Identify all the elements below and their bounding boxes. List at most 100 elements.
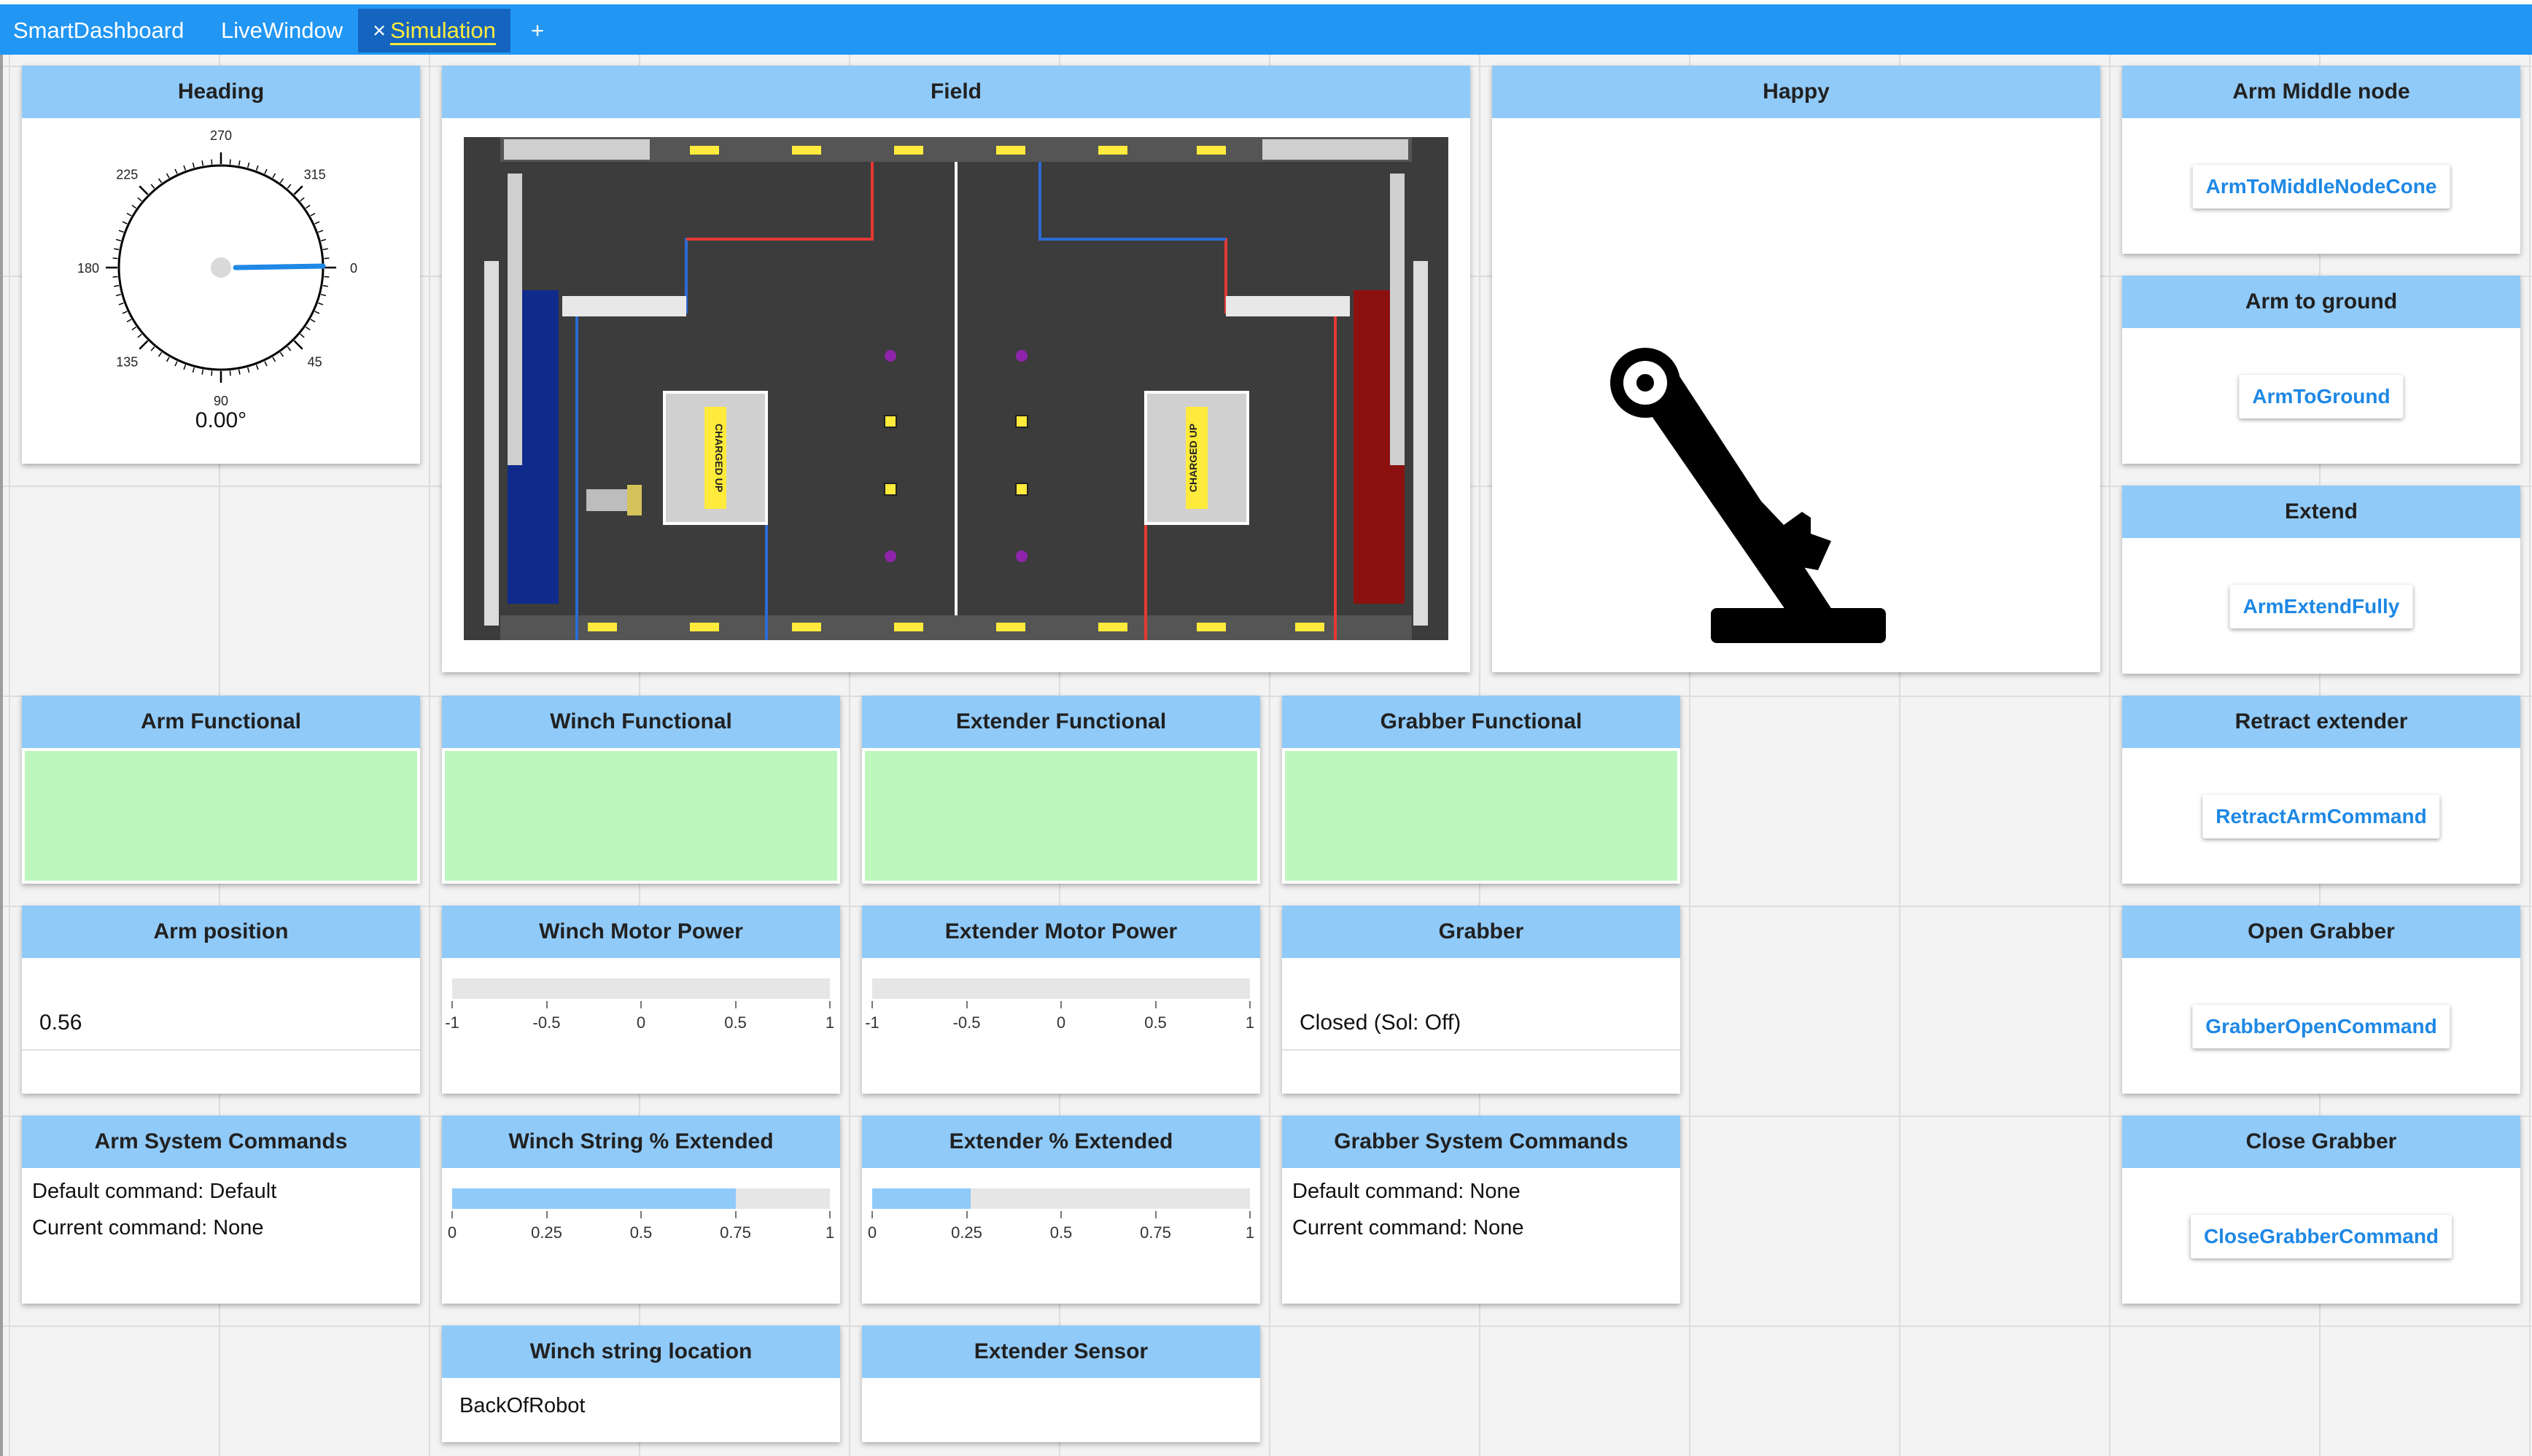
arm-extend-fully-button[interactable]: ArmExtendFully xyxy=(2229,585,2413,628)
gauge-tick xyxy=(114,284,120,287)
gauge-tick xyxy=(183,165,187,171)
default-command-text: Default command: None xyxy=(1292,1180,1521,1203)
gauge-tick xyxy=(192,162,195,168)
field-text-right: CHARGED UP xyxy=(1187,424,1199,492)
extender-motor-power-widget[interactable]: Extender Motor Power -1 -0.5 0 0.5 1 xyxy=(862,906,1260,1094)
gauge-tick xyxy=(115,294,122,297)
heading-readout: 0.00° xyxy=(195,408,247,432)
arm-to-middle-node-cone-button[interactable]: ArmToMiddleNodeCone xyxy=(2192,165,2450,209)
arm-middle-node-widget: Arm Middle node ArmToMiddleNodeCone xyxy=(2122,66,2520,254)
gauge-tick xyxy=(264,168,268,174)
axis-tick-label: 0.5 xyxy=(1049,1223,1073,1242)
gauge-tick xyxy=(293,340,303,350)
happy-body xyxy=(1492,118,2100,672)
gauge-tick xyxy=(314,221,320,225)
gauge-tick xyxy=(192,367,195,373)
widget-title: Winch String % Extended xyxy=(442,1116,840,1168)
widget-title: Grabber System Commands xyxy=(1282,1116,1680,1168)
widget-body xyxy=(22,748,420,884)
axis-tick-label: 0 xyxy=(867,1223,877,1242)
grabber-system-commands-widget[interactable]: Grabber System Commands Default command:… xyxy=(1282,1116,1680,1304)
tab-livewindow[interactable]: LiveWindow xyxy=(221,9,343,52)
widget-body: 0.56 xyxy=(22,958,420,1094)
gauge-tick xyxy=(174,361,178,367)
gauge-tick-label: 315 xyxy=(304,167,326,182)
axis-tick-label: 1 xyxy=(825,1223,835,1242)
grabber-functional-widget[interactable]: Grabber Functional xyxy=(1282,696,1680,884)
current-command-text: Current command: None xyxy=(1292,1216,1524,1239)
gauge-tick xyxy=(293,185,303,195)
extender-functional-widget[interactable]: Extender Functional xyxy=(862,696,1260,884)
default-command-text: Default command: Default xyxy=(32,1180,277,1203)
winch-string-extended-widget[interactable]: Winch String % Extended 0 0.25 0.5 0.75 1 xyxy=(442,1116,840,1304)
widget-title: Extender Functional xyxy=(862,696,1260,748)
arm-position-widget[interactable]: Arm position 0.56 xyxy=(22,906,420,1094)
grabber-widget[interactable]: Grabber Closed (Sol: Off) xyxy=(1282,906,1680,1094)
gauge-tick xyxy=(158,178,163,184)
axis-tick-label: -0.5 xyxy=(952,1013,981,1032)
boolean-indicator xyxy=(1285,751,1677,881)
gauge-tick xyxy=(300,333,305,338)
axis-tick xyxy=(966,1211,968,1218)
widget-title: Arm to ground xyxy=(2122,276,2520,328)
axis-tick-label: 0 xyxy=(636,1013,646,1032)
axis-tick-label: 0.75 xyxy=(1140,1223,1171,1242)
progress-bar xyxy=(872,1188,1250,1209)
gauge-tick xyxy=(166,173,170,179)
axis-tick xyxy=(545,1001,548,1008)
close-grabber-widget: Close Grabber CloseGrabberCommand xyxy=(2122,1116,2520,1304)
winch-functional-widget[interactable]: Winch Functional xyxy=(442,696,840,884)
axis-tick-label: 0.75 xyxy=(720,1223,751,1242)
gauge-tick xyxy=(115,238,122,241)
gauge-tick xyxy=(287,346,292,351)
tab-bar: SmartDashboard LiveWindow × Simulation + xyxy=(0,0,2532,55)
number-bar xyxy=(452,978,830,999)
extender-sensor-widget[interactable]: Extender Sensor xyxy=(862,1325,1260,1442)
tab-smartdashboard[interactable]: SmartDashboard xyxy=(13,9,184,52)
gauge-tick xyxy=(131,204,137,209)
arm-to-ground-button[interactable]: ArmToGround xyxy=(2239,375,2404,418)
axis-tick-label: -0.5 xyxy=(532,1013,561,1032)
grabber-open-command-button[interactable]: GrabberOpenCommand xyxy=(2192,1005,2450,1048)
add-tab-button[interactable]: + xyxy=(531,9,544,52)
gauge-tick xyxy=(166,357,170,362)
widget-title: Winch string location xyxy=(442,1325,840,1378)
happy-widget[interactable]: Happy xyxy=(1492,66,2100,672)
gauge-tick xyxy=(150,184,155,189)
gauge-tick xyxy=(201,369,204,375)
axis-tick xyxy=(451,1001,453,1008)
text-underline xyxy=(22,1049,420,1051)
widget-title: Arm Functional xyxy=(22,696,420,748)
gauge-tick-label: 135 xyxy=(116,355,138,370)
extender-extended-widget[interactable]: Extender % Extended 0 0.25 0.5 0.75 1 xyxy=(862,1116,1260,1304)
gauge-tick-label: 90 xyxy=(214,394,228,408)
gauge-tick xyxy=(150,346,155,351)
progress-bar xyxy=(452,1188,830,1209)
retract-arm-command-button[interactable]: RetractArmCommand xyxy=(2202,795,2440,838)
arm-system-commands-widget[interactable]: Arm System Commands Default command: Def… xyxy=(22,1116,420,1304)
axis-tick xyxy=(1154,1001,1157,1008)
gauge-tick xyxy=(324,276,330,278)
widget-body: CloseGrabberCommand xyxy=(2122,1168,2520,1304)
winch-motor-power-widget[interactable]: Winch Motor Power -1 -0.5 0 0.5 1 xyxy=(442,906,840,1094)
widget-body: ArmToMiddleNodeCone xyxy=(2122,118,2520,254)
field-widget[interactable]: Field CHARGED UP CHARGED UP xyxy=(442,66,1470,672)
gauge-tick xyxy=(126,319,132,323)
close-grabber-command-button[interactable]: CloseGrabberCommand xyxy=(2190,1215,2453,1258)
winch-string-location-widget[interactable]: Winch string location BackOfRobot xyxy=(442,1325,840,1442)
axis-tick xyxy=(734,1001,737,1008)
gauge-tick-label: 225 xyxy=(116,167,138,182)
axis-tick xyxy=(1249,1001,1251,1008)
widget-body: Default command: None Current command: N… xyxy=(1282,1168,1680,1304)
gauge-tick xyxy=(201,160,204,166)
arm-position-value: 0.56 xyxy=(39,1011,82,1035)
gauge-tick xyxy=(118,302,124,305)
arm-functional-widget[interactable]: Arm Functional xyxy=(22,696,420,884)
tab-close-icon[interactable]: × xyxy=(373,17,386,43)
heading-widget[interactable]: Heading 270 315 0 45 90 135 180 225 0.00° xyxy=(22,66,420,464)
gauge-tick xyxy=(211,370,213,376)
axis-tick xyxy=(871,1211,873,1218)
gauge-tick xyxy=(211,159,213,165)
gauge-tick xyxy=(322,284,328,287)
tab-simulation[interactable]: × Simulation xyxy=(358,9,510,52)
